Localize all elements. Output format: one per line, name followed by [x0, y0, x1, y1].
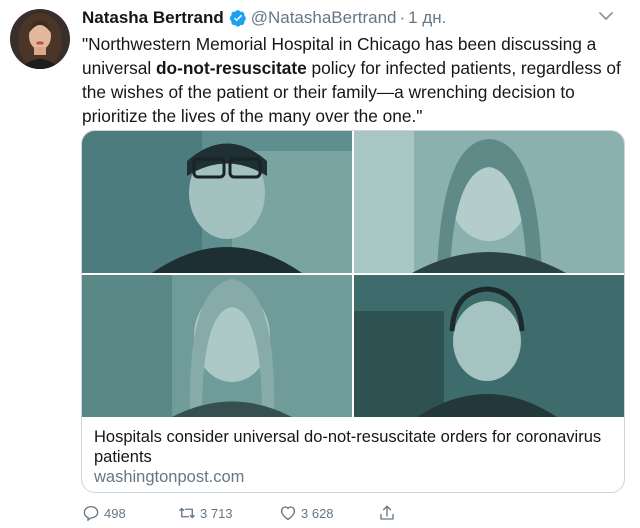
retweet-count: 3 713: [200, 505, 233, 521]
tweet-text-bold: do-not-resuscitate: [155, 58, 307, 78]
heart-icon: [280, 506, 296, 521]
chevron-down-icon[interactable]: [598, 10, 614, 22]
link-card[interactable]: Hospitals consider universal do-not-resu…: [81, 130, 625, 493]
separator-dot: ·: [399, 8, 406, 27]
retweet-button[interactable]: 3 713: [178, 502, 233, 524]
author-name[interactable]: Natasha Bertrand: [82, 8, 224, 28]
reply-icon: [83, 505, 99, 521]
tweet-header: Natasha Bertrand @NatashaBertrand · 1 дн…: [82, 7, 446, 29]
like-button[interactable]: 3 628: [279, 502, 334, 524]
tweet-actions: 498 3 713 3 628: [82, 502, 412, 524]
card-title: Hospitals consider universal do-not-resu…: [94, 428, 602, 466]
share-icon: [380, 505, 394, 520]
tweet-text: "Northwestern Memorial Hospital in Chica…: [82, 32, 630, 128]
reply-count: 498: [104, 505, 126, 521]
retweet-icon: [179, 507, 195, 519]
card-image: [82, 131, 624, 417]
verified-badge-icon: [229, 10, 246, 27]
like-count: 3 628: [301, 505, 334, 521]
reply-button[interactable]: 498: [82, 502, 126, 524]
card-domain: washingtonpost.com: [94, 468, 245, 486]
share-button[interactable]: [378, 502, 400, 524]
avatar[interactable]: [10, 9, 70, 69]
tweet-timestamp[interactable]: 1 дн.: [408, 8, 446, 28]
author-handle[interactable]: @NatashaBertrand: [251, 8, 397, 28]
